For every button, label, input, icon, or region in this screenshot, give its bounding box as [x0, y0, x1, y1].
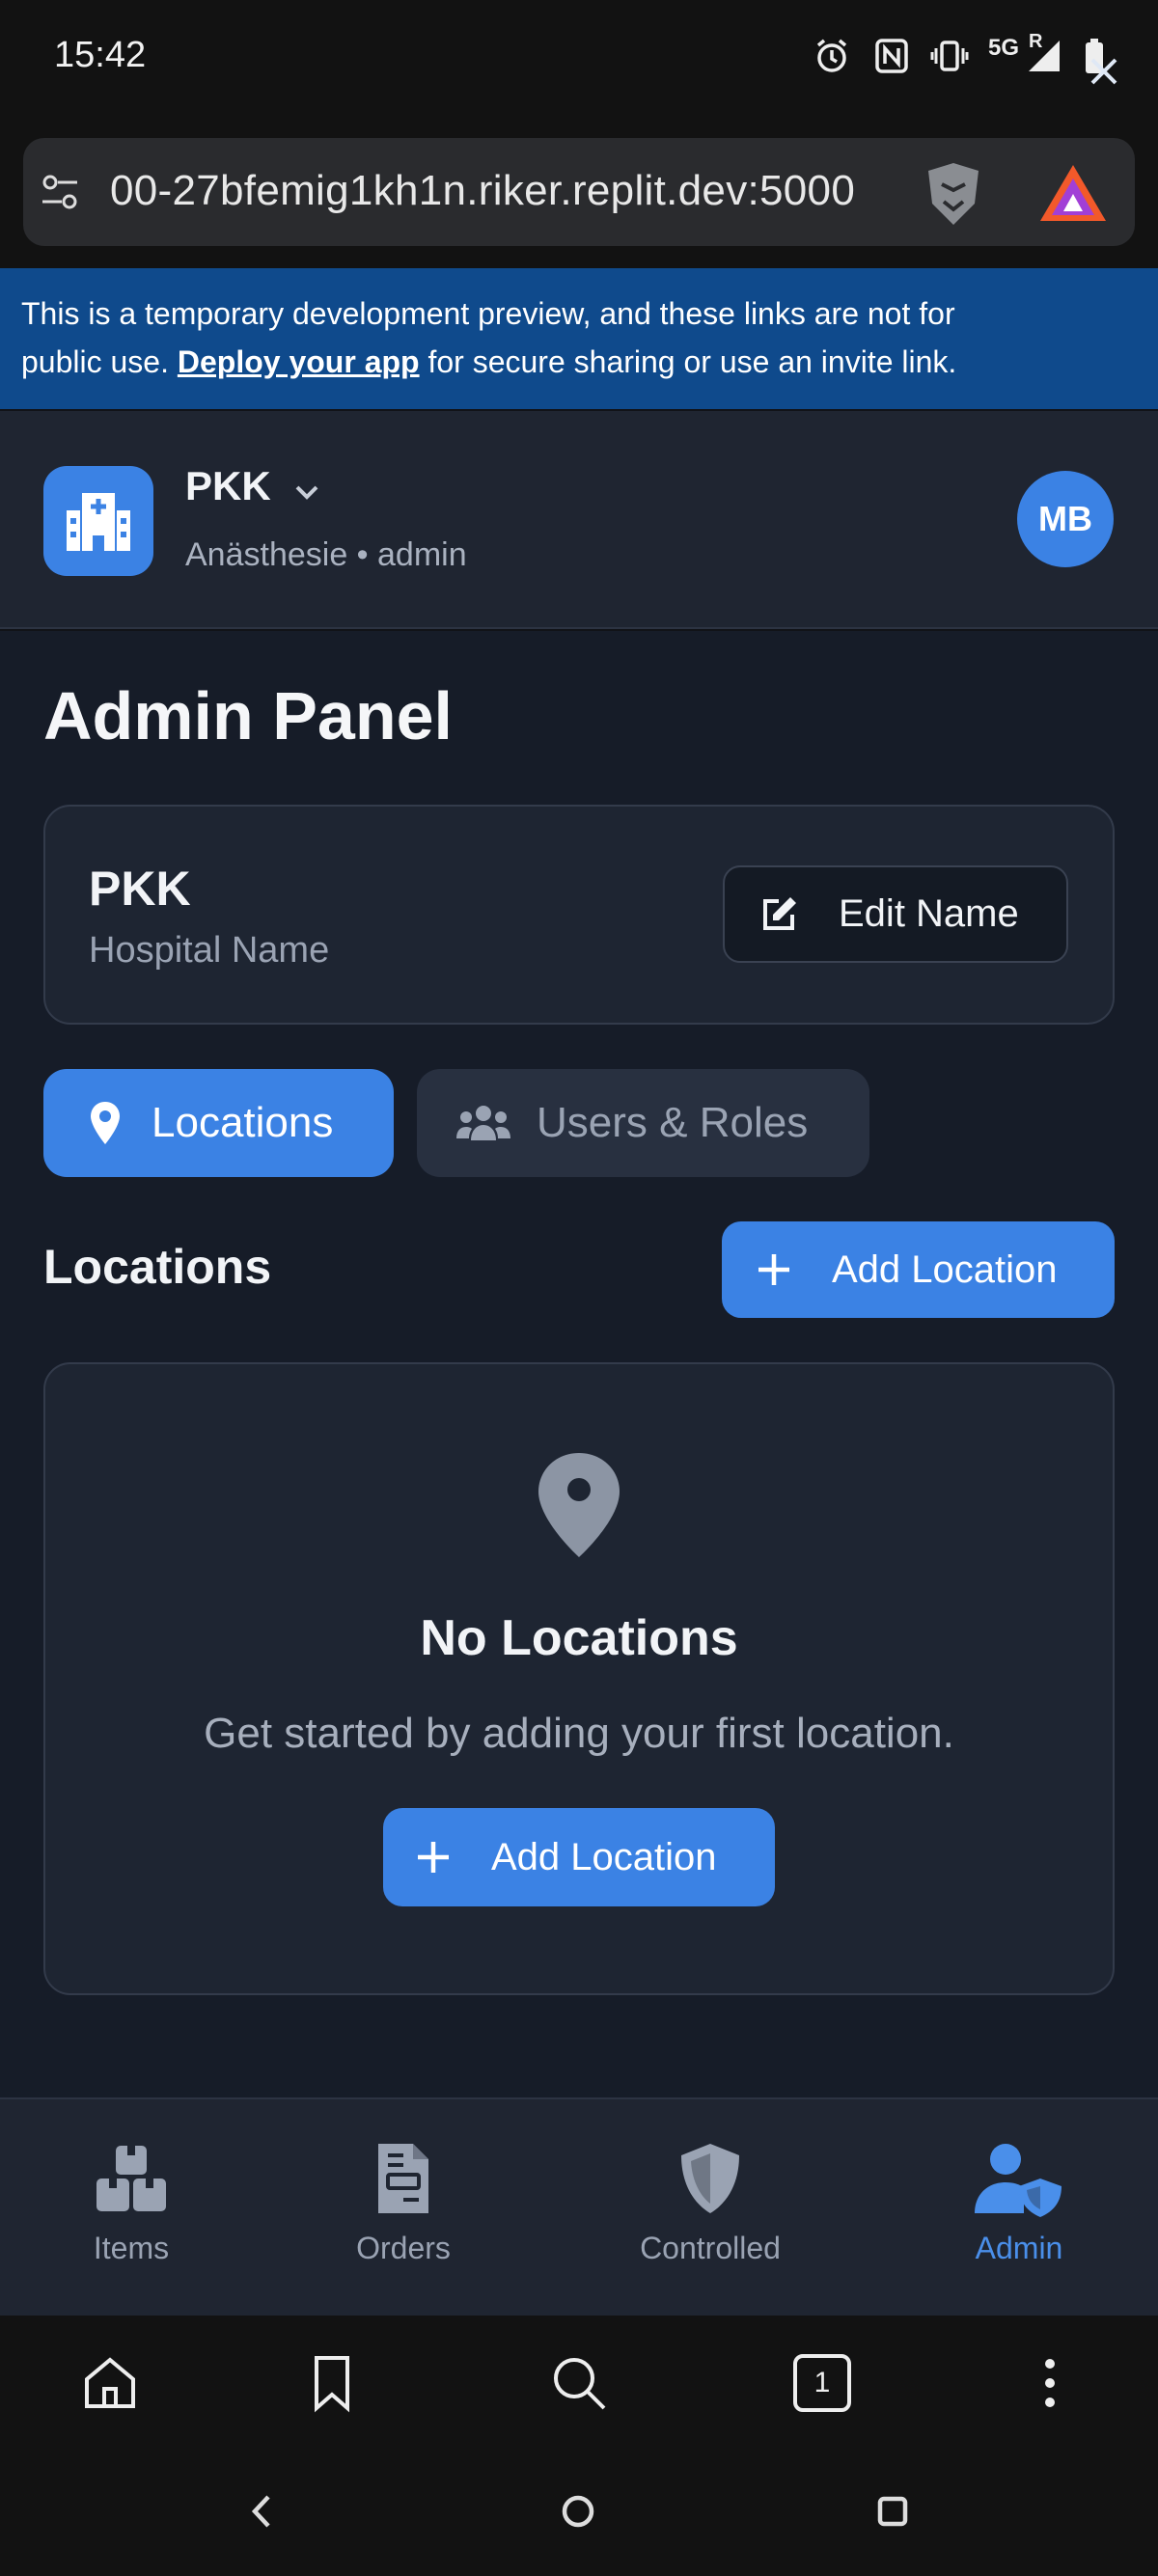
search-icon[interactable] [548, 2352, 610, 2414]
nav-orders-label: Orders [356, 2231, 451, 2265]
map-pin-icon [91, 1102, 120, 1144]
app-header [0, 411, 1158, 629]
nav-controlled-label: Controlled [640, 2231, 781, 2265]
add-first-location-label: Add Location [491, 1835, 717, 1878]
edit-name-button[interactable]: Edit Name [723, 865, 1068, 963]
section-title: Locations [43, 1240, 272, 1294]
unit-role-subtitle: Anästhesie • admin [185, 536, 467, 573]
tab-switcher-button[interactable]: 1 [793, 2354, 851, 2412]
add-first-location-button[interactable]: Add Location [383, 1808, 775, 1906]
brave-rewards-icon[interactable] [1038, 161, 1108, 223]
map-pin-icon [538, 1453, 620, 1557]
address-bar[interactable]: 00-27bfemig1kh1n.riker.replit.dev:5000 [23, 138, 1135, 246]
avatar[interactable]: MB [1017, 471, 1114, 567]
tab-users-roles-label: Users & Roles [537, 1099, 809, 1146]
vibrate-icon [930, 41, 969, 71]
hospital-icon [67, 493, 130, 551]
tab-users-roles[interactable]: Users & Roles [417, 1069, 869, 1177]
bookmark-icon[interactable] [301, 2352, 363, 2414]
dev-preview-banner: This is a temporary development preview,… [0, 268, 1158, 409]
back-icon[interactable] [237, 2487, 286, 2535]
shield-icon [681, 2144, 739, 2213]
empty-state-title: No Locations [420, 1610, 738, 1666]
deploy-app-link[interactable]: Deploy your app [178, 344, 420, 379]
home-icon[interactable] [79, 2352, 141, 2414]
nav-controlled[interactable]: Controlled [594, 2113, 826, 2306]
tab-locations-label: Locations [152, 1099, 334, 1146]
add-location-label: Add Location [832, 1247, 1058, 1291]
hospital-logo [43, 466, 153, 576]
banner-text: This is a temporary development preview,… [21, 296, 957, 379]
status-time: 15:42 [54, 35, 147, 75]
more-menu-icon[interactable] [1019, 2352, 1081, 2414]
user-shield-icon [975, 2144, 1062, 2217]
nav-items[interactable]: Items [15, 2113, 247, 2306]
tab-locations[interactable]: Locations [43, 1069, 394, 1177]
nav-admin[interactable]: Admin [903, 2113, 1135, 2306]
empty-state-description: Get started by adding your first locatio… [204, 1710, 954, 1757]
signal-icon [1029, 41, 1060, 71]
hospital-switcher-label[interactable]: PKK [185, 463, 271, 509]
hospital-name-value: PKK [89, 862, 191, 916]
plus-icon [758, 1254, 789, 1285]
nav-orders[interactable]: Orders [288, 2113, 519, 2306]
users-icon [456, 1106, 510, 1140]
url-text[interactable]: 00-27bfemig1kh1n.riker.replit.dev:5000 [110, 167, 855, 215]
edit-name-label: Edit Name [839, 892, 1019, 935]
brave-shield-icon[interactable] [921, 159, 986, 229]
recents-icon[interactable] [868, 2487, 917, 2535]
plus-icon [418, 1842, 449, 1873]
hospital-name-label: Hospital Name [89, 930, 330, 971]
home-circle-icon[interactable] [554, 2487, 602, 2535]
alarm-icon [816, 39, 847, 72]
chevron-down-icon[interactable] [290, 475, 324, 509]
nfc-icon [875, 39, 908, 73]
network-type-label: 5G [988, 35, 1020, 61]
edit-icon [763, 896, 796, 930]
nav-admin-label: Admin [975, 2231, 1063, 2265]
close-icon[interactable] [1081, 48, 1127, 95]
site-settings-icon[interactable] [39, 171, 81, 213]
status-bar [0, 0, 1158, 123]
page-title: Admin Panel [43, 678, 453, 754]
nav-items-label: Items [93, 2231, 170, 2265]
boxes-icon [96, 2146, 166, 2211]
file-invoice-icon [378, 2144, 428, 2213]
add-location-button[interactable]: Add Location [722, 1221, 1115, 1318]
